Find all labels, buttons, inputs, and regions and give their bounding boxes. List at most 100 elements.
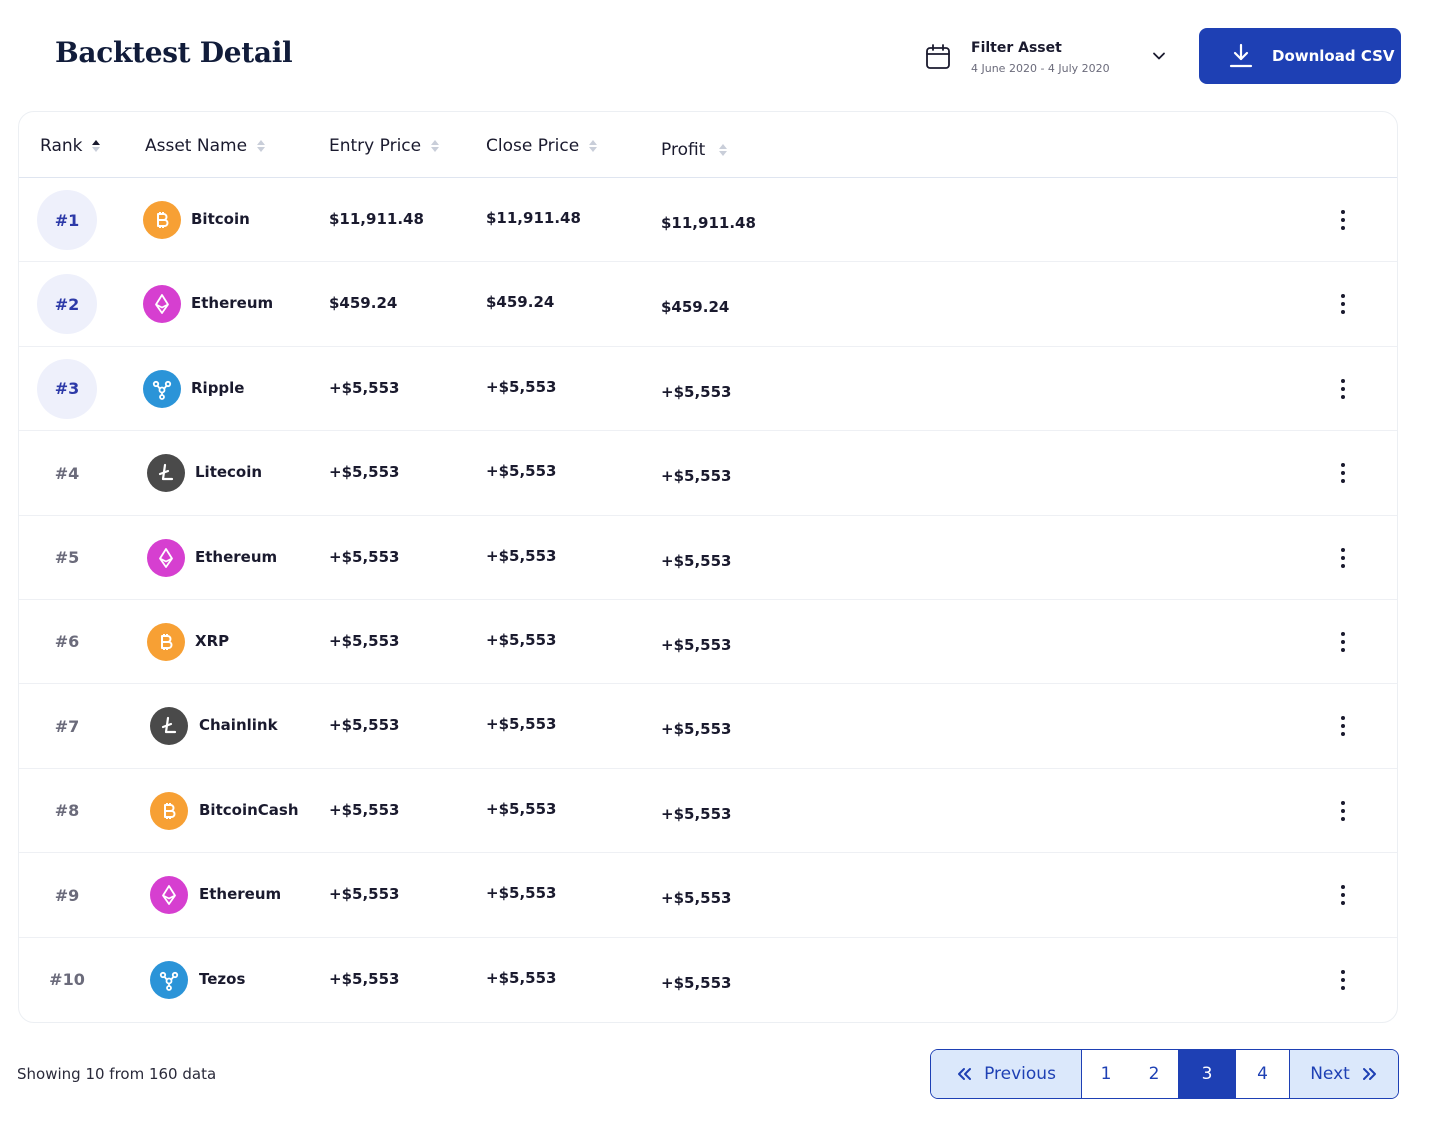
asset-name: XRP xyxy=(195,631,230,650)
download-csv-label: Download CSV xyxy=(1272,47,1395,65)
next-label: Next xyxy=(1310,1064,1350,1084)
column-header-rank[interactable]: Rank xyxy=(40,136,101,156)
close-price: +$5,553 xyxy=(486,546,557,565)
column-header-asset-name[interactable]: Asset Name xyxy=(145,136,266,156)
asset-name: Bitcoin xyxy=(191,210,250,228)
column-label-entry-price: Entry Price xyxy=(329,136,422,156)
close-price: +$5,553 xyxy=(486,715,557,734)
profit: +$5,553 xyxy=(661,889,732,908)
litecoin-icon xyxy=(150,707,188,746)
table-row[interactable]: #7 Chainlink +$5,553 +$5,553 +$5,553 xyxy=(19,684,1397,769)
chevron-down-icon[interactable] xyxy=(1150,47,1168,65)
bitcoin-icon xyxy=(147,622,185,661)
rank-badge: #7 xyxy=(54,716,80,736)
more-options-icon[interactable] xyxy=(1333,630,1353,654)
ethereum-icon xyxy=(143,285,181,324)
page-button-3-current[interactable]: 3 xyxy=(1179,1050,1236,1098)
table-header: Rank Asset Name Entry Price Close Price … xyxy=(19,112,1397,178)
backtest-table: Rank Asset Name Entry Price Close Price … xyxy=(18,111,1398,1023)
previous-page-button[interactable]: Previous xyxy=(931,1050,1082,1098)
entry-price: $11,911.48 xyxy=(329,210,424,228)
entry-price: +$5,553 xyxy=(329,463,400,482)
profit: +$5,553 xyxy=(661,467,732,486)
profit: +$5,553 xyxy=(661,382,732,401)
rank-badge: #9 xyxy=(54,885,80,905)
ethereum-icon xyxy=(150,876,188,915)
table-row[interactable]: #8 BitcoinCash +$5,553 +$5,553 +$5,553 xyxy=(19,769,1397,854)
profit: $11,911.48 xyxy=(661,214,756,232)
asset-name: Ripple xyxy=(191,378,245,397)
rank-badge: #6 xyxy=(54,632,80,652)
download-icon xyxy=(1229,43,1253,68)
page-button-4[interactable]: 4 xyxy=(1236,1050,1290,1098)
column-label-close-price: Close Price xyxy=(486,136,580,156)
rank-badge: #4 xyxy=(54,463,80,483)
profit: +$5,553 xyxy=(661,973,732,992)
asset-name: Ethereum xyxy=(191,294,274,313)
page-button-2[interactable]: 2 xyxy=(1130,1050,1178,1098)
more-options-icon[interactable] xyxy=(1333,968,1353,992)
table-row[interactable]: #1 Bitcoin $11,911.48 $11,911.48 $11,911… xyxy=(19,178,1397,263)
ripple-icon xyxy=(150,960,188,999)
close-price: +$5,553 xyxy=(486,968,557,987)
column-header-close-price[interactable]: Close Price xyxy=(486,136,598,156)
ethereum-icon xyxy=(147,538,185,577)
close-price: $459.24 xyxy=(486,293,555,312)
profit: +$5,553 xyxy=(661,551,732,570)
table-row[interactable]: #9 Ethereum +$5,553 +$5,553 +$5,553 xyxy=(19,853,1397,938)
entry-price: $459.24 xyxy=(329,294,398,313)
more-options-icon[interactable] xyxy=(1333,461,1353,485)
asset-name: Tezos xyxy=(199,969,246,988)
entry-price: +$5,553 xyxy=(329,885,400,904)
next-page-button[interactable]: Next xyxy=(1290,1050,1398,1098)
column-header-profit[interactable]: Profit xyxy=(661,140,728,160)
entry-price: +$5,553 xyxy=(329,800,400,819)
pagination: Previous 1 2 3 4 Next xyxy=(930,1049,1399,1099)
asset-name: Litecoin xyxy=(195,463,263,482)
column-label-asset-name: Asset Name xyxy=(145,136,248,156)
double-chevron-left-icon xyxy=(958,1068,972,1080)
litecoin-icon xyxy=(147,454,185,493)
more-options-icon[interactable] xyxy=(1333,292,1353,316)
column-header-entry-price[interactable]: Entry Price xyxy=(329,136,440,156)
sort-icon xyxy=(719,144,728,156)
sort-icon xyxy=(431,140,440,152)
rank-badge: #5 xyxy=(54,548,80,568)
table-row[interactable]: #3 Ripple +$5,553 +$5,553 +$5,553 xyxy=(19,347,1397,432)
page-button-1[interactable]: 1 xyxy=(1082,1050,1130,1098)
profit: +$5,553 xyxy=(661,804,732,823)
entry-price: +$5,553 xyxy=(329,547,400,566)
filter-title: Filter Asset xyxy=(971,39,1062,56)
calendar-icon xyxy=(926,44,950,69)
more-options-icon[interactable] xyxy=(1333,714,1353,738)
asset-name: Chainlink xyxy=(199,716,278,735)
showing-count: Showing 10 from 160 data xyxy=(17,1065,217,1083)
more-options-icon[interactable] xyxy=(1333,883,1353,907)
filter-date-range: 4 June 2020 - 4 July 2020 xyxy=(971,61,1110,75)
table-row[interactable]: #6 XRP +$5,553 +$5,553 +$5,553 xyxy=(19,600,1397,685)
more-options-icon[interactable] xyxy=(1333,377,1353,401)
table-row[interactable]: #4 Litecoin +$5,553 +$5,553 +$5,553 xyxy=(19,431,1397,516)
profit: $459.24 xyxy=(661,298,730,317)
previous-label: Previous xyxy=(984,1064,1056,1084)
download-csv-button[interactable]: Download CSV xyxy=(1199,28,1401,84)
filter-asset-dropdown[interactable]: Filter Asset 4 June 2020 - 4 July 2020 xyxy=(924,34,1170,80)
bitcoin-icon xyxy=(143,201,181,239)
page-title: Backtest Detail xyxy=(55,36,293,69)
rank-badge: #2 xyxy=(37,274,97,335)
column-label-profit: Profit xyxy=(661,140,706,160)
more-options-icon[interactable] xyxy=(1333,799,1353,823)
more-options-icon[interactable] xyxy=(1333,208,1353,232)
asset-name: Ethereum xyxy=(195,547,278,566)
sort-icon xyxy=(589,140,598,152)
table-row[interactable]: #10 Tezos +$5,553 +$5,553 +$5,553 xyxy=(19,938,1397,1022)
close-price: +$5,553 xyxy=(486,462,557,481)
close-price: +$5,553 xyxy=(486,377,557,396)
sort-icon xyxy=(257,140,266,152)
double-chevron-right-icon xyxy=(1362,1068,1376,1080)
close-price: +$5,553 xyxy=(486,799,557,818)
table-row[interactable]: #5 Ethereum +$5,553 +$5,553 +$5,553 xyxy=(19,516,1397,600)
more-options-icon[interactable] xyxy=(1333,546,1353,570)
rank-badge: #8 xyxy=(54,801,80,821)
table-row[interactable]: #2 Ethereum $459.24 $459.24 $459.24 xyxy=(19,262,1397,347)
